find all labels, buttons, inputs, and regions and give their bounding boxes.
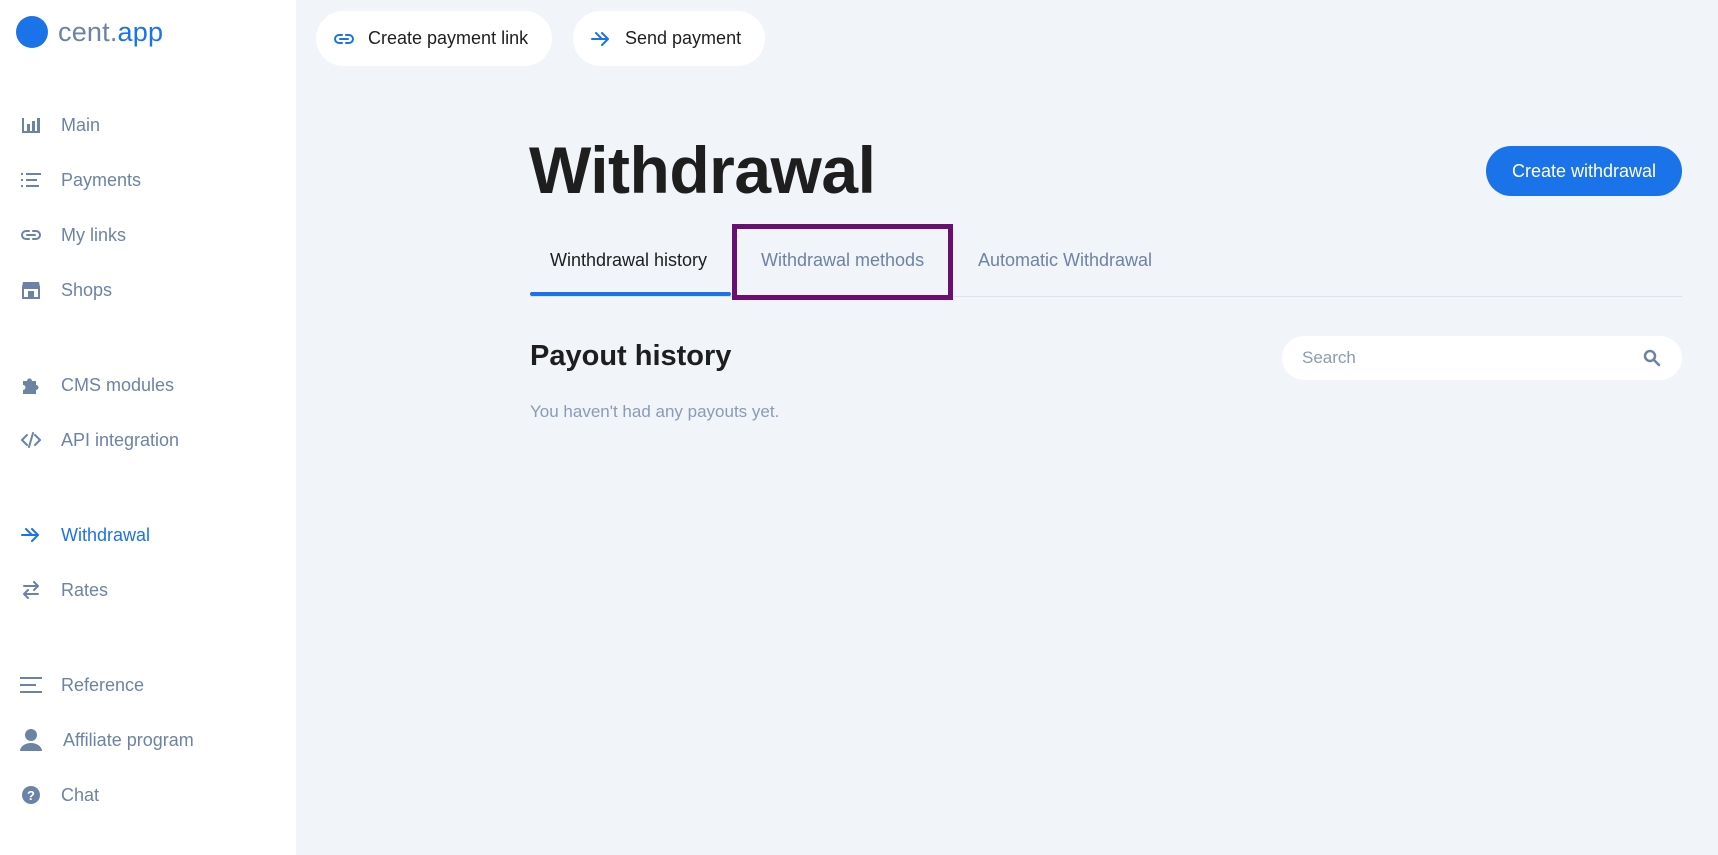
brand-name: cent.app bbox=[58, 16, 164, 47]
tabs-divider bbox=[530, 296, 1682, 297]
search-input[interactable] bbox=[1302, 336, 1622, 380]
send-payment-button[interactable]: Send payment bbox=[573, 11, 766, 66]
user-icon bbox=[20, 729, 42, 751]
sidebar-item-label: Reference bbox=[61, 674, 145, 695]
shop-icon bbox=[20, 279, 42, 301]
create-payment-link-label: Create payment link bbox=[368, 28, 529, 48]
sidebar-item-label: My links bbox=[61, 224, 127, 245]
sidebar-item-main[interactable]: Main bbox=[20, 110, 100, 140]
tab-automatic-withdrawal[interactable]: Automatic Withdrawal bbox=[978, 250, 1152, 280]
sidebar-item-rates[interactable]: Rates bbox=[20, 575, 108, 605]
list-icon bbox=[20, 169, 42, 191]
sidebar-item-label: CMS modules bbox=[61, 374, 175, 395]
create-withdrawal-button[interactable]: Create withdrawal bbox=[1486, 146, 1682, 196]
sidebar-item-label: Withdrawal bbox=[61, 524, 151, 545]
exchange-icon bbox=[20, 579, 42, 601]
send-payment-label: Send payment bbox=[625, 28, 742, 48]
link-icon bbox=[20, 224, 42, 246]
brand-logo[interactable]: cent.app bbox=[16, 16, 163, 48]
tab-withdrawal-history[interactable]: Winthdrawal history bbox=[550, 250, 707, 280]
sidebar-item-label: Payments bbox=[61, 169, 142, 190]
link-icon bbox=[334, 28, 356, 50]
sidebar-item-affiliate-program[interactable]: Affiliate program bbox=[20, 725, 194, 755]
double-arrow-icon bbox=[20, 524, 42, 546]
menu-icon bbox=[20, 674, 42, 696]
tab-withdrawal-methods[interactable]: Withdrawal methods bbox=[761, 250, 924, 280]
sidebar-item-label: Rates bbox=[61, 579, 109, 600]
search-box bbox=[1282, 336, 1682, 380]
create-payment-link-button[interactable]: Create payment link bbox=[316, 11, 553, 66]
sidebar-item-payments[interactable]: Payments bbox=[20, 165, 141, 195]
page-title: Withdrawal bbox=[529, 133, 876, 207]
bar-chart-icon bbox=[20, 114, 42, 136]
section-title: Payout history bbox=[530, 340, 732, 372]
sidebar-item-chat[interactable]: ? Chat bbox=[20, 780, 99, 810]
sidebar-item-api-integration[interactable]: API integration bbox=[20, 425, 179, 455]
sidebar-item-label: API integration bbox=[61, 429, 180, 450]
sidebar-item-my-links[interactable]: My links bbox=[20, 220, 126, 250]
puzzle-icon bbox=[20, 374, 42, 396]
code-icon bbox=[20, 429, 42, 451]
sidebar-item-label: Affiliate program bbox=[63, 729, 194, 750]
logo-icon bbox=[16, 16, 48, 48]
help-icon: ? bbox=[20, 784, 42, 806]
svg-text:?: ? bbox=[27, 788, 35, 803]
sidebar-item-shops[interactable]: Shops bbox=[20, 275, 112, 305]
sidebar-item-label: Shops bbox=[61, 279, 113, 300]
search-icon[interactable] bbox=[1642, 348, 1662, 368]
sidebar-item-cms-modules[interactable]: CMS modules bbox=[20, 370, 174, 400]
empty-state-message: You haven't had any payouts yet. bbox=[530, 402, 780, 421]
sidebar-item-reference[interactable]: Reference bbox=[20, 670, 144, 700]
active-tab-indicator bbox=[530, 292, 731, 296]
sidebar-item-withdrawal[interactable]: Withdrawal bbox=[20, 520, 150, 550]
sidebar-item-label: Main bbox=[61, 114, 101, 135]
sidebar-item-label: Chat bbox=[61, 784, 100, 805]
sidebar: cent.app Main Payments My links Shops CM… bbox=[0, 0, 296, 855]
double-arrow-icon bbox=[591, 28, 613, 50]
